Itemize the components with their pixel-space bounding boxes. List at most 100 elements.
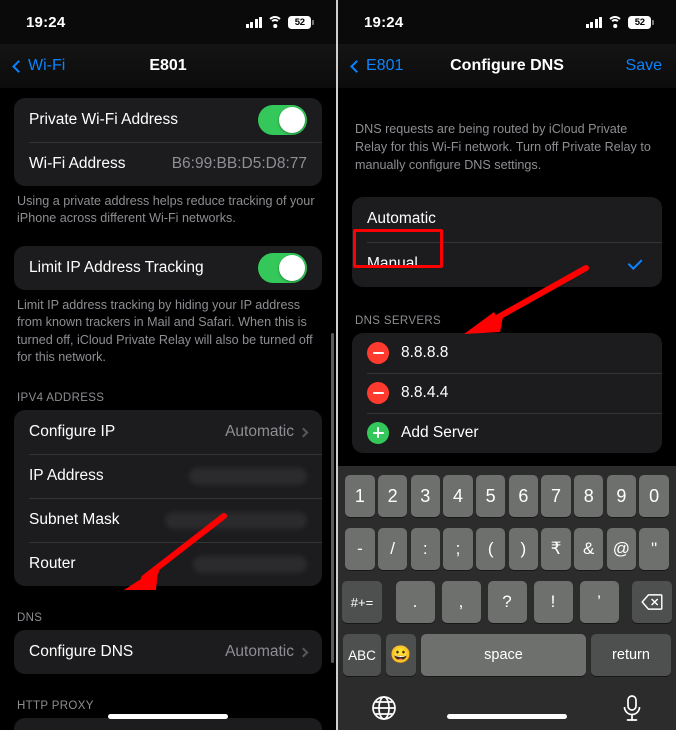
- dns-servers-group: 8.8.8.8 8.8.4.4 Add Server: [352, 332, 662, 453]
- chevron-left-icon: [12, 59, 25, 73]
- key-quote[interactable]: ": [639, 528, 669, 570]
- limit-ip-group: Limit IP Address Tracking: [14, 245, 322, 290]
- back-button-wifi[interactable]: Wi-Fi: [12, 57, 65, 75]
- status-time: 19:24: [26, 13, 66, 31]
- key-rupee[interactable]: ₹: [541, 528, 571, 570]
- row-private-wifi-address[interactable]: Private Wi-Fi Address: [14, 98, 322, 142]
- key-7[interactable]: 7: [541, 475, 571, 517]
- dns-mode-option-automatic[interactable]: Automatic: [352, 197, 662, 242]
- key-paren-open[interactable]: (: [475, 528, 506, 570]
- key-5[interactable]: 5: [475, 475, 506, 517]
- dns-server-address: 8.8.4.4: [401, 383, 449, 401]
- key-question[interactable]: ?: [487, 581, 527, 623]
- save-button[interactable]: Save: [626, 57, 662, 75]
- key-ampersand[interactable]: &: [573, 528, 604, 570]
- keyboard-row-numbers: 1 2 3 4 5 6 7 8 9 0: [341, 475, 673, 517]
- key-semicolon[interactable]: ;: [443, 528, 473, 570]
- remove-server-icon[interactable]: [367, 341, 389, 364]
- subnet-mask-redacted-value: [165, 511, 307, 529]
- keyboard-row-bottom: ABC 😀 space return: [341, 634, 673, 676]
- configure-dns-value: Automatic: [225, 643, 294, 661]
- limit-ip-footnote: Limit IP address tracking by hiding your…: [17, 297, 313, 364]
- key-symbols-toggle[interactable]: #+=: [342, 581, 382, 623]
- keyboard-bottom-bar: [341, 680, 673, 730]
- section-header-ipv4: IPV4 ADDRESS: [17, 392, 105, 405]
- key-at[interactable]: @: [606, 528, 637, 570]
- key-0[interactable]: 0: [639, 475, 669, 517]
- key-4[interactable]: 4: [443, 475, 473, 517]
- row-label: Private Wi-Fi Address: [29, 111, 179, 128]
- key-1[interactable]: 1: [345, 475, 375, 517]
- key-comma[interactable]: ,: [441, 581, 481, 623]
- wifi-icon: [607, 16, 624, 28]
- emoji-icon[interactable]: 😀: [386, 634, 416, 676]
- battery-level: 52: [294, 16, 305, 28]
- delete-backspace-icon[interactable]: [632, 581, 672, 623]
- nav-bar-right: E801 Configure DNS Save: [338, 44, 676, 88]
- private-wifi-address-toggle[interactable]: [258, 105, 307, 135]
- dns-group: Configure DNS Automatic: [14, 630, 322, 675]
- key-paren-close[interactable]: ): [508, 528, 539, 570]
- section-header-dns-servers: DNS SERVERS: [355, 314, 442, 327]
- dns-mode-option-manual[interactable]: Manual: [352, 241, 662, 287]
- ipv4-group: Configure IP Automatic IP Address Subnet…: [14, 410, 322, 587]
- vertical-scrollbar-left[interactable]: [330, 333, 334, 663]
- key-apostrophe[interactable]: ’: [579, 581, 619, 623]
- microphone-icon[interactable]: [621, 694, 643, 727]
- key-period[interactable]: .: [395, 581, 435, 623]
- dns-server-row[interactable]: 8.8.4.4: [352, 372, 662, 413]
- row-configure-proxy[interactable]: Configure Proxy Off: [14, 718, 322, 730]
- row-wifi-address: Wi-Fi Address B6:99:BB:D5:D8:77: [14, 142, 322, 186]
- left-content-scroll[interactable]: Private Wi-Fi Address Wi-Fi Address B6:9…: [0, 88, 336, 730]
- dns-mode-group: Automatic Manual: [352, 196, 662, 287]
- row-label: Manual: [367, 255, 418, 273]
- key-return[interactable]: return: [591, 634, 671, 676]
- status-time: 19:24: [364, 13, 404, 31]
- add-server-icon[interactable]: [367, 421, 389, 444]
- limit-ip-tracking-toggle[interactable]: [258, 252, 307, 283]
- home-indicator-right: [447, 714, 567, 719]
- key-hyphen[interactable]: -: [345, 528, 375, 570]
- status-indicators: 52: [585, 15, 654, 29]
- private-wifi-footnote: Using a private address helps reduce tra…: [17, 194, 315, 226]
- row-configure-ip[interactable]: Configure IP Automatic: [14, 410, 322, 454]
- key-abc-toggle[interactable]: ABC: [343, 634, 381, 676]
- dns-server-address: 8.8.8.8: [401, 343, 449, 361]
- key-3[interactable]: 3: [410, 475, 441, 517]
- row-configure-dns[interactable]: Configure DNS Automatic: [14, 630, 322, 674]
- section-header-dns: DNS: [17, 612, 43, 625]
- dns-server-row[interactable]: 8.8.8.8: [352, 333, 662, 373]
- key-9[interactable]: 9: [606, 475, 637, 517]
- add-server-label: Add Server: [401, 423, 479, 441]
- row-ip-address[interactable]: IP Address: [14, 454, 322, 498]
- delete-backspace-glyph: [641, 594, 663, 610]
- key-space[interactable]: space: [421, 634, 586, 676]
- row-subnet-mask[interactable]: Subnet Mask: [14, 498, 322, 542]
- battery-level: 52: [634, 16, 645, 28]
- key-exclamation[interactable]: !: [533, 581, 573, 623]
- back-button-e801[interactable]: E801: [350, 57, 404, 75]
- battery-icon: 52: [628, 15, 654, 29]
- key-colon[interactable]: :: [410, 528, 441, 570]
- dns-description: DNS requests are being routed by iCloud …: [355, 122, 651, 172]
- status-bar-left: 19:24 52: [0, 0, 336, 44]
- row-label: Limit IP Address Tracking: [29, 258, 204, 276]
- row-limit-ip-tracking[interactable]: Limit IP Address Tracking: [14, 246, 322, 290]
- row-label: Router: [29, 555, 76, 573]
- key-6[interactable]: 6: [508, 475, 539, 517]
- globe-icon[interactable]: [371, 695, 397, 726]
- chevron-left-icon: [350, 59, 363, 73]
- nav-bar-left: Wi-Fi E801: [0, 44, 336, 88]
- back-button-label: E801: [366, 57, 404, 74]
- home-indicator-left: [108, 714, 228, 719]
- remove-server-icon[interactable]: [367, 381, 389, 404]
- cellular-signal-icon: [585, 16, 603, 28]
- key-8[interactable]: 8: [573, 475, 604, 517]
- key-slash[interactable]: /: [377, 528, 408, 570]
- http-proxy-group: Configure Proxy Off: [14, 718, 322, 730]
- add-server-row[interactable]: Add Server: [352, 412, 662, 453]
- row-router[interactable]: Router: [14, 542, 322, 586]
- wifi-icon: [267, 16, 284, 28]
- key-2[interactable]: 2: [377, 475, 408, 517]
- row-label: Automatic: [367, 210, 436, 228]
